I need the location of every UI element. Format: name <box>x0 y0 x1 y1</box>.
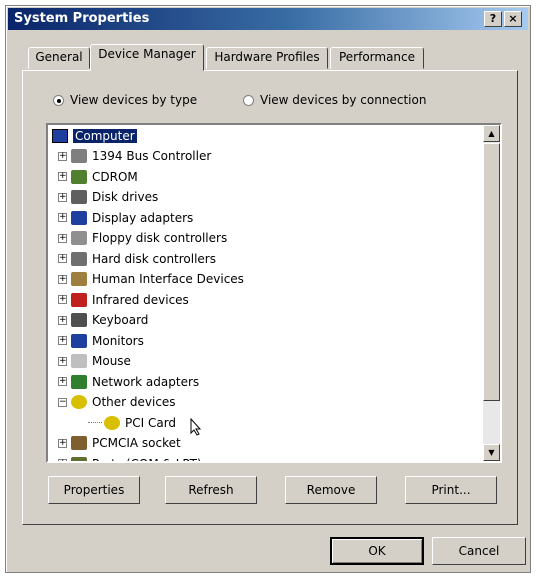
tree-item-label: CDROM <box>92 169 138 184</box>
tree-connector <box>88 422 102 423</box>
expand-icon[interactable]: + <box>58 356 67 366</box>
expand-icon[interactable]: + <box>58 274 67 284</box>
expand-icon[interactable]: + <box>58 315 67 325</box>
remove-button[interactable]: Remove <box>285 476 377 504</box>
tree-item[interactable]: + Monitors <box>58 332 144 350</box>
tree-root[interactable]: Computer <box>52 127 137 145</box>
port-icon <box>71 456 87 461</box>
tree-item-label: PCMCIA socket <box>92 436 181 450</box>
tree-item[interactable]: + Mouse <box>58 352 131 370</box>
network-adapter-icon <box>71 374 87 389</box>
expand-icon[interactable]: + <box>58 172 67 181</box>
tree-item[interactable]: + Ports (COM & LPT) <box>58 455 202 462</box>
tree-item[interactable]: + Network adapters <box>58 373 199 391</box>
computer-icon <box>52 129 68 143</box>
tree-item-label: Other devices <box>92 395 176 409</box>
tree-item-label: Keyboard <box>92 313 149 327</box>
disk-drive-icon <box>71 190 87 204</box>
ok-button[interactable]: OK <box>330 537 424 565</box>
hid-icon <box>71 272 87 286</box>
keyboard-icon <box>71 313 87 327</box>
infrared-icon <box>71 292 87 307</box>
display-adapter-icon <box>71 210 87 225</box>
print-button[interactable]: Print... <box>405 476 497 504</box>
tree-item[interactable]: + Hard disk controllers <box>58 250 216 268</box>
tree-item-label: 1394 Bus Controller <box>92 149 212 163</box>
tree-item[interactable]: + Keyboard <box>58 311 148 329</box>
radio-icon[interactable] <box>53 94 64 106</box>
refresh-button[interactable]: Refresh <box>165 476 257 504</box>
expand-icon[interactable]: + <box>58 377 67 386</box>
tree-root-label: Computer <box>73 129 137 143</box>
expand-icon[interactable]: + <box>58 336 67 345</box>
tree-item-label: Disk drives <box>92 190 159 204</box>
expand-icon[interactable]: + <box>58 192 67 202</box>
expand-icon[interactable]: + <box>58 459 67 461</box>
question-icon <box>104 415 120 430</box>
tree-item-label: Infrared devices <box>92 292 189 307</box>
cdrom-icon <box>71 169 87 184</box>
tab-general[interactable]: General <box>28 47 90 69</box>
cancel-button[interactable]: Cancel <box>432 537 526 565</box>
tree-item[interactable]: − Other devices <box>58 393 176 411</box>
mouse-pointer-icon <box>190 418 202 436</box>
tree-item[interactable]: PCI Card <box>88 414 176 432</box>
hard-disk-controller-icon <box>71 251 87 266</box>
tree-item-label: Ports (COM & LPT) <box>92 457 202 462</box>
tree-item-label: Hard disk controllers <box>92 251 216 266</box>
pcmcia-icon <box>71 436 87 450</box>
tree-item-label: Display adapters <box>92 210 194 225</box>
tree-item-label: Network adapters <box>92 374 200 389</box>
close-button[interactable]: × <box>504 11 522 27</box>
tree-item[interactable]: + Human Interface Devices <box>58 270 244 288</box>
radio-icon[interactable] <box>243 94 254 106</box>
tree-item[interactable]: + CDROM <box>58 168 138 186</box>
expand-icon[interactable]: + <box>58 295 67 304</box>
window-title: System Properties <box>14 11 150 26</box>
tree-item[interactable]: +1394 Bus Controller <box>58 147 211 165</box>
view-by-connection-option[interactable]: View devices by connection <box>243 93 426 107</box>
scroll-up-button[interactable]: ▲ <box>483 125 500 142</box>
view-by-connection-label: View devices by connection <box>260 93 427 107</box>
properties-button[interactable]: Properties <box>48 476 140 504</box>
expand-icon[interactable]: + <box>58 151 67 161</box>
question-icon <box>71 395 87 409</box>
view-by-type-option[interactable]: View devices by type <box>53 93 197 107</box>
expand-icon[interactable]: + <box>58 213 67 222</box>
tree-item[interactable]: + Disk drives <box>58 188 158 206</box>
tree-item-label: Mouse <box>92 354 131 368</box>
vertical-scrollbar[interactable]: ▲ ▼ <box>483 125 500 461</box>
view-by-type-label: View devices by type <box>70 93 198 107</box>
tab-device-manager[interactable]: Device Manager <box>90 44 204 71</box>
collapse-icon[interactable]: − <box>58 397 67 407</box>
scroll-down-button[interactable]: ▼ <box>483 444 500 461</box>
tree-item[interactable]: + PCMCIA socket <box>58 434 181 452</box>
device-tree[interactable]: Computer +1394 Bus Controller + CDROM + Disk… <box>46 123 502 463</box>
tree-item[interactable]: + Infrared devices <box>58 291 189 309</box>
tree-item[interactable]: + Floppy disk controllers <box>58 229 227 247</box>
bus-controller-icon <box>71 149 87 163</box>
mouse-icon <box>71 354 87 368</box>
tree-item[interactable]: + Display adapters <box>58 209 193 227</box>
scroll-thumb[interactable] <box>483 143 500 401</box>
expand-icon[interactable]: + <box>58 254 67 263</box>
help-button[interactable]: ? <box>484 11 502 27</box>
title-bar: System Properties ? × <box>8 8 528 30</box>
tree-item-label: Human Interface Devices <box>92 272 244 286</box>
tree-item-label: Monitors <box>92 333 144 348</box>
tab-hardware-profiles[interactable]: Hardware Profiles <box>206 47 328 69</box>
expand-icon[interactable]: + <box>58 438 67 448</box>
floppy-controller-icon <box>71 231 87 245</box>
monitor-icon <box>71 333 87 348</box>
tree-item-label: Floppy disk controllers <box>92 231 228 245</box>
expand-icon[interactable]: + <box>58 233 67 243</box>
tab-performance[interactable]: Performance <box>330 47 424 69</box>
tree-item-label: PCI Card <box>125 415 177 430</box>
